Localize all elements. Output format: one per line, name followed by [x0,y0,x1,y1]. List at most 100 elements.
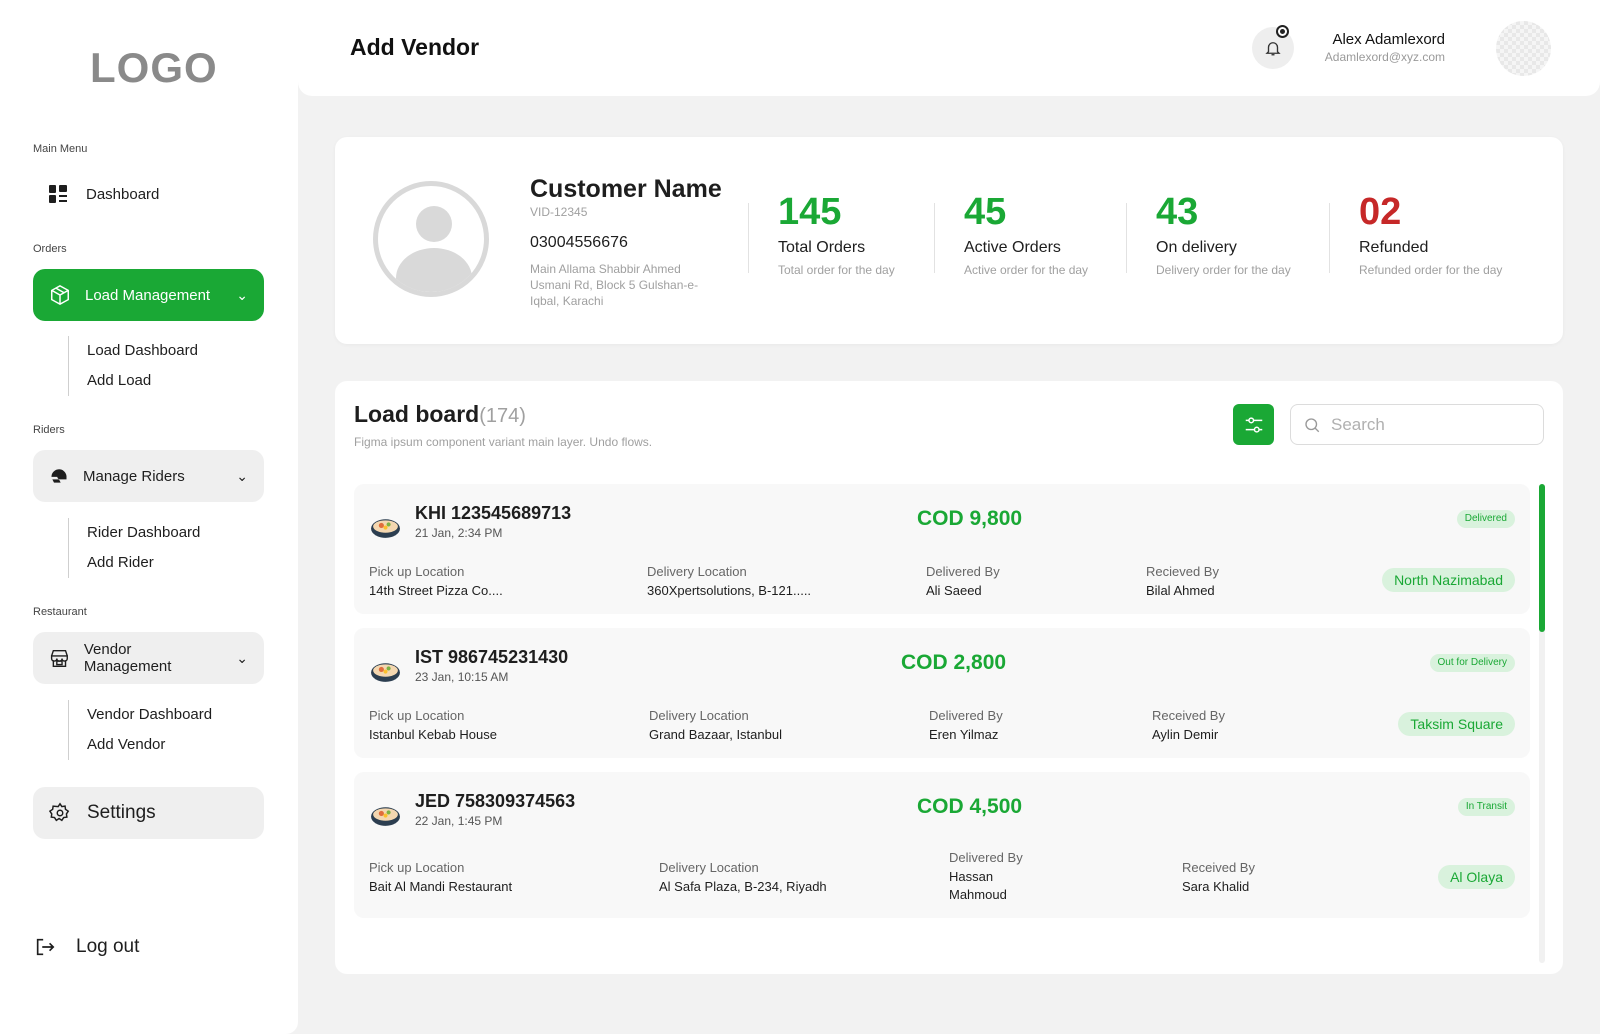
restaurant-label: Restaurant [33,606,87,618]
chevron-down-icon[interactable]: ⌄ [236,287,248,304]
stat-sub: Total order for the day [778,263,895,277]
field-value: Bait Al Mandi Restaurant [369,879,513,894]
sidebar-item-label: Dashboard [86,185,160,203]
field-value: Aylin Demir [1152,727,1219,742]
field-label: Pick up Location [369,564,465,579]
box-icon [51,284,69,306]
order-card[interactable]: JED 758309374563 22 Jan, 1:45 PM COD 4,5… [354,772,1530,918]
delivered-by-field: Delivered By Hassan Mahmoud [949,850,1039,904]
sidebar-item-label: Load Management [85,286,211,304]
sidebar-item-label: Vendor Management [83,641,172,675]
search-icon [1305,417,1320,432]
customer-name: Customer Name [530,175,722,203]
order-cod: COD 9,800 [917,507,1023,530]
sidebar-item-load-management[interactable]: Load Management ⌄ [33,269,264,321]
gear-icon [49,802,70,822]
sidebar-subitem-vendor-dashboard[interactable]: Vendor Dashboard [87,700,212,730]
stat-refunded: 02 Refunded Refunded order for the day [1359,189,1502,277]
logout-label: Log out [76,936,140,957]
field-label: Received By [1182,860,1255,875]
sidebar-subitem-load-dashboard[interactable]: Load Dashboard [87,336,198,366]
field-label: Delivery Location [659,860,759,875]
order-cod: COD 4,500 [917,795,1023,818]
divider [1329,203,1330,273]
field-value: Ali Saeed [926,583,982,598]
stat-label: On delivery [1156,239,1237,256]
user-name: Alex Adamlexord [1332,31,1445,48]
customer-address: Main Allama Shabbir Ahmed Usmani Rd, Blo… [530,262,699,308]
delivery-field: Delivery Location 360Xpertsolutions, B-1… [647,564,811,600]
field-value: Al Safa Plaza, B-234, Riyadh [659,879,827,894]
notification-dot-icon [1276,25,1289,38]
status-badge: Out for Delivery [1429,654,1515,672]
dashboard-icon [49,185,67,203]
sidebar-item-dashboard[interactable]: Dashboard [48,184,159,204]
sidebar-item-label: Manage Riders [83,467,185,485]
sidebar-item-label: Settings [87,802,156,823]
sidebar-subitem-rider-dashboard[interactable]: Rider Dashboard [87,518,200,548]
chevron-down-icon[interactable]: ⌄ [236,468,248,485]
sidebar-item-settings[interactable]: Settings [33,787,264,839]
field-value: 14th Street Pizza Co.... [369,583,503,598]
delivery-field: Delivery Location Al Safa Plaza, B-234, … [659,860,827,896]
area-badge: Al Olaya [1438,865,1515,889]
field-label: Pick up Location [369,860,465,875]
avatar[interactable] [1496,21,1551,76]
riders-label: Riders [33,424,65,436]
scrollbar-thumb[interactable] [1539,484,1545,632]
food-bowl-icon [371,663,400,682]
pickup-field: Pick up Location Bait Al Mandi Restauran… [369,860,512,896]
sidebar-subitem-add-rider[interactable]: Add Rider [87,548,200,578]
sidebar-item-vendor-management[interactable]: Vendor Management ⌄ [33,632,264,684]
field-value: Hassan Mahmoud [949,869,1007,902]
sidebar-subitem-add-load[interactable]: Add Load [87,366,198,396]
riders-submenu: Rider Dashboard Add Rider [68,518,200,578]
board-title-text: Load board [354,401,480,427]
filter-button[interactable] [1233,404,1274,445]
page-title: Add Vendor [350,34,480,60]
stat-label: Active Orders [964,239,1061,256]
field-label: Delivered By [929,708,1003,723]
sidebar-subitem-add-vendor[interactable]: Add Vendor [87,730,212,760]
field-value: 360Xpertsolutions, B-121..... [647,583,812,598]
order-card[interactable]: IST 986745231430 23 Jan, 10:15 AM COD 2,… [354,628,1530,758]
divider [748,203,749,273]
logout-button[interactable]: Log out [34,936,139,958]
delivery-field: Delivery Location Grand Bazaar, Istanbul [649,708,782,744]
status-badge: Delivered [1456,510,1515,528]
board-count: (174) [479,405,526,427]
received-by-field: Received By Sara Khalid [1182,860,1255,896]
logout-icon [36,938,55,956]
chevron-down-icon[interactable]: ⌄ [236,650,248,667]
field-value: Istanbul Kebab House [369,727,497,742]
area-badge: North Nazimabad [1382,568,1515,592]
stat-label: Total Orders [778,239,866,256]
order-id: KHI 123545689713 [415,503,572,523]
helmet-icon [51,469,67,483]
sidebar-item-manage-riders[interactable]: Manage Riders ⌄ [33,450,264,502]
load-submenu: Load Dashboard Add Load [68,336,198,396]
field-value: Eren Yilmaz [929,727,999,742]
main-menu-label: Main Menu [33,143,88,155]
order-cod: COD 2,800 [901,651,1007,674]
stat-sub: Active order for the day [964,263,1089,277]
stat-value: 02 [1359,191,1402,233]
stat-on-delivery: 43 On delivery Delivery order for the da… [1156,189,1291,277]
pickup-field: Pick up Location 14th Street Pizza Co...… [369,564,503,600]
divider [934,203,935,273]
order-id: IST 986745231430 [415,647,569,667]
board-subtitle: Figma ipsum component variant main layer… [354,435,653,449]
food-bowl-icon [371,807,400,826]
search-input[interactable]: Search [1290,404,1544,445]
delivered-by-field: Delivered By Ali Saeed [926,564,1000,600]
order-card[interactable]: KHI 123545689713 21 Jan, 2:34 PM COD 9,8… [354,484,1530,614]
received-by-field: Received By Aylin Demir [1152,708,1225,744]
field-label: Delivery Location [649,708,749,723]
load-board: Load board(174) Figma ipsum component va… [335,381,1563,974]
field-label: Received By [1152,708,1225,723]
stat-label: Refunded [1359,239,1429,256]
order-id: JED 758309374563 [415,791,576,811]
field-label: Delivered By [949,850,1023,865]
sidebar: LOGO Main Menu Dashboard Orders Load Man… [0,0,298,1034]
delivered-by-field: Delivered By Eren Yilmaz [929,708,1003,744]
